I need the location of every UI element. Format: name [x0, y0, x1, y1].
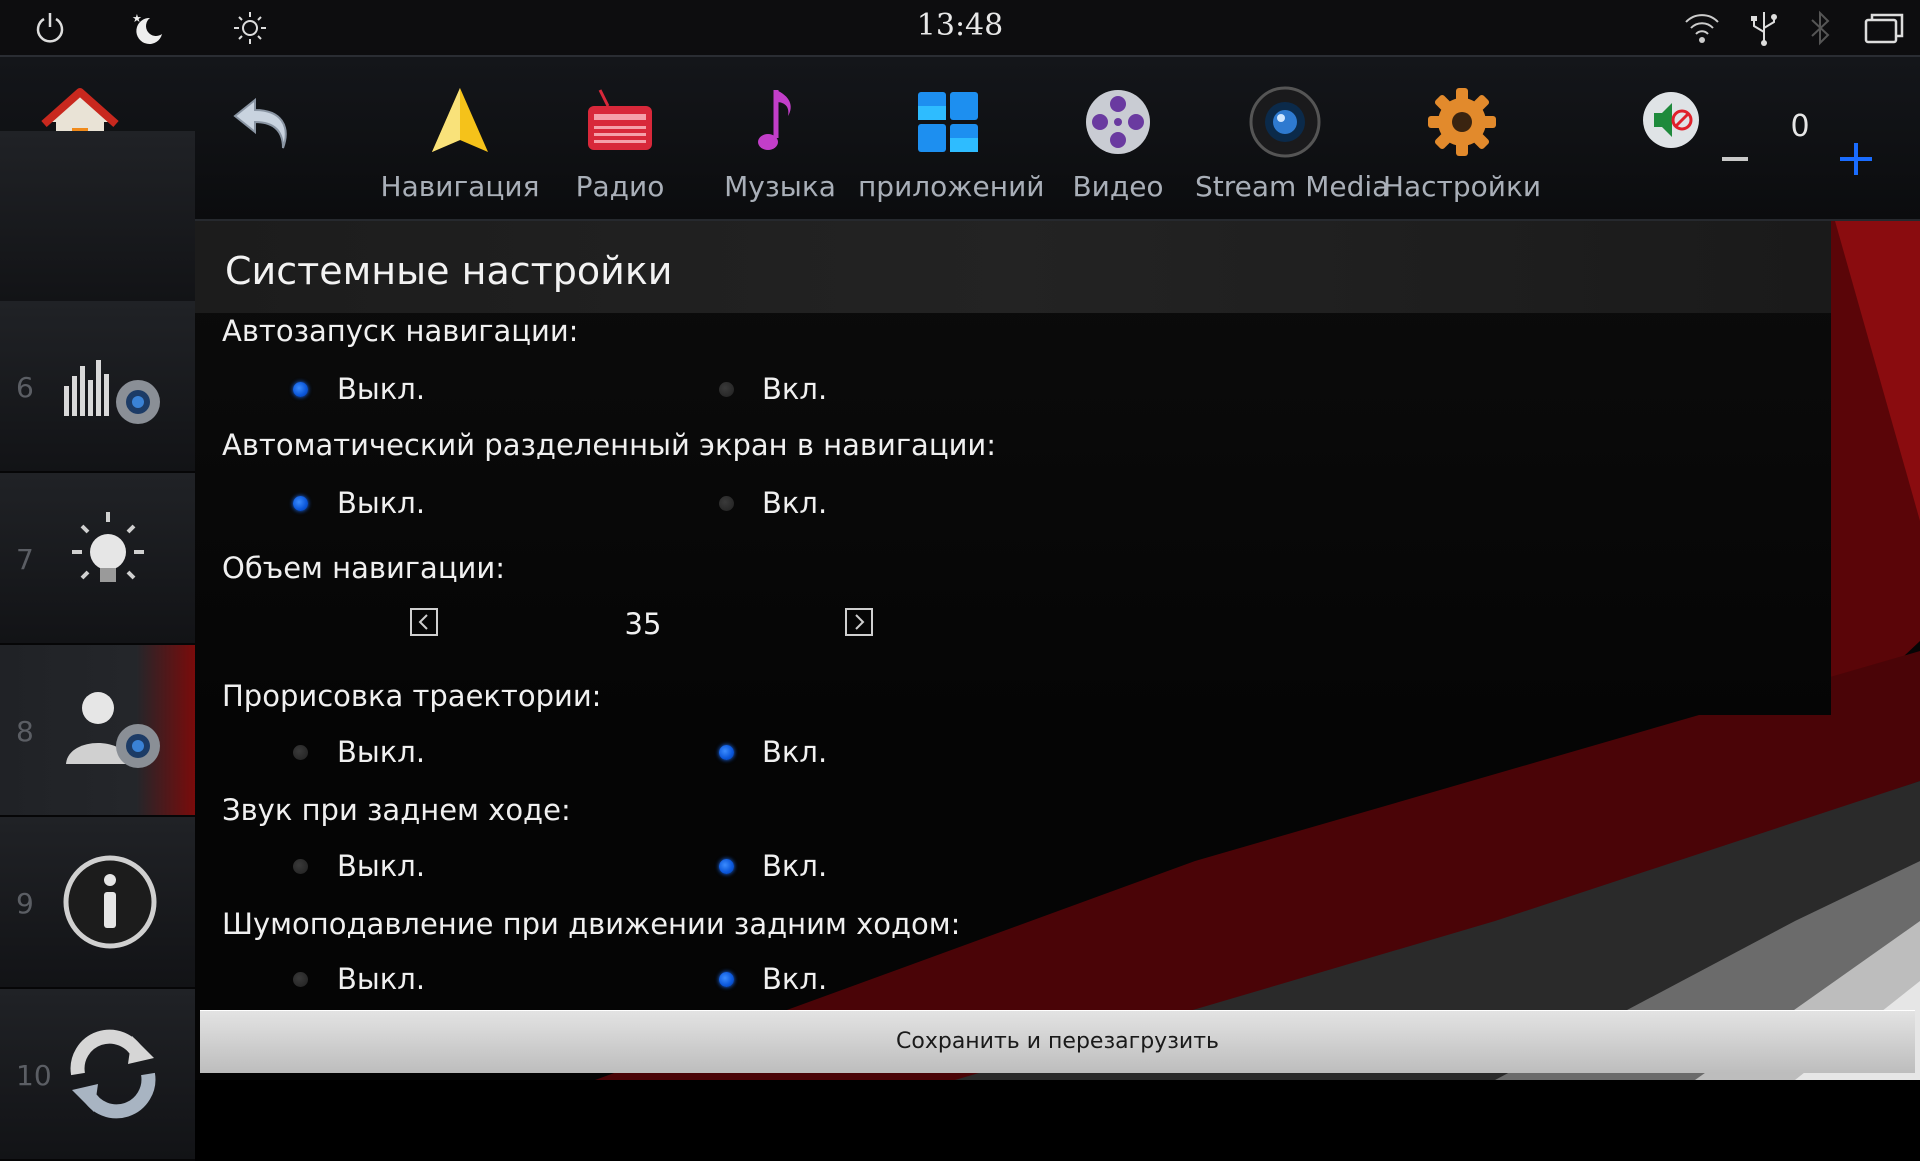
reverse-mute-off-label[interactable]: Выкл.: [337, 962, 425, 996]
launcher-bar: Навигация Радио Музыка приложений Видео …: [0, 57, 1920, 221]
navigation-icon: [432, 88, 488, 152]
status-bar: ★ 13:48: [0, 0, 1920, 57]
auto-split-on-radio[interactable]: [719, 496, 734, 511]
stream-media-icon: [1249, 86, 1321, 158]
back-icon: [233, 97, 287, 149]
reverse-sound-label: Звук при заднем ходе:: [222, 793, 571, 827]
user-settings-icon: [66, 692, 160, 768]
app-radio[interactable]: Радио: [560, 57, 680, 219]
nav-volume-value: 35: [624, 607, 662, 641]
app-settings[interactable]: Настройки: [1382, 57, 1542, 219]
svg-text:★: ★: [132, 12, 142, 25]
usb-icon: [1751, 12, 1777, 46]
radio-icon: [588, 89, 652, 150]
chevron-right-icon: [855, 614, 865, 630]
nav-autostart-label: Автозапуск навигации:: [222, 314, 579, 348]
refresh-icon: [70, 1029, 156, 1119]
nav-volume-increase-button[interactable]: [845, 608, 873, 636]
settings-header: Системные настройки: [195, 221, 1831, 313]
app-stream-media[interactable]: Stream Media: [1195, 57, 1389, 219]
trajectory-on-radio[interactable]: [719, 745, 734, 760]
reverse-mute-off-radio[interactable]: [293, 972, 308, 987]
auto-split-off-radio[interactable]: [293, 496, 308, 511]
trajectory-label: Прорисовка траектории:: [222, 679, 602, 713]
settings-sidebar: 6 7 8 9 10: [0, 131, 195, 1161]
sidebar-item-6[interactable]: 6: [0, 301, 195, 473]
video-icon: [1086, 90, 1150, 154]
reverse-mute-on-label[interactable]: Вкл.: [762, 962, 827, 996]
reverse-mute-label: Шумоподавление при движении задним ходом…: [222, 907, 961, 941]
brightness-icon[interactable]: [230, 8, 270, 48]
volume-down-button[interactable]: [1722, 157, 1748, 161]
app-music[interactable]: Музыка: [720, 57, 840, 219]
nav-volume-decrease-button[interactable]: [410, 608, 438, 636]
nav-volume-label: Объем навигации:: [222, 551, 506, 585]
sidebar-item-8[interactable]: 8: [0, 645, 195, 817]
app-video[interactable]: Видео: [1058, 57, 1178, 219]
reverse-sound-on-radio[interactable]: [719, 859, 734, 874]
equalizer-settings-icon: [64, 360, 160, 424]
trajectory-off-radio[interactable]: [293, 745, 308, 760]
page-title: Системные настройки: [225, 249, 673, 293]
wifi-icon: [1685, 14, 1719, 43]
clock: 13:48: [916, 8, 1004, 43]
apps-icon: [918, 92, 978, 152]
app-navigation[interactable]: Навигация: [380, 57, 540, 219]
auto-split-label: Автоматический разделенный экран в навиг…: [222, 428, 997, 462]
nav-autostart-off-label[interactable]: Выкл.: [337, 372, 425, 406]
reverse-sound-on-label[interactable]: Вкл.: [762, 849, 827, 883]
settings-icon: [1428, 88, 1496, 156]
reverse-mute-on-radio[interactable]: [719, 972, 734, 987]
trajectory-off-label[interactable]: Выкл.: [337, 735, 425, 769]
sidebar-item-7[interactable]: 7: [0, 473, 195, 645]
auto-split-on-label[interactable]: Вкл.: [762, 486, 827, 520]
sidebar-item-9[interactable]: 9: [0, 817, 195, 989]
nav-autostart-on-radio[interactable]: [719, 382, 734, 397]
chevron-left-icon: [418, 614, 428, 630]
trajectory-on-label[interactable]: Вкл.: [762, 735, 827, 769]
sidebar-item-5[interactable]: [0, 131, 195, 303]
power-icon[interactable]: [30, 8, 70, 48]
night-mode-icon[interactable]: ★: [128, 8, 168, 48]
sidebar-item-10[interactable]: 10: [0, 989, 195, 1161]
lightbulb-icon: [72, 512, 144, 582]
music-icon: [758, 90, 791, 150]
back-button[interactable]: [215, 57, 315, 219]
reverse-sound-off-label[interactable]: Выкл.: [337, 849, 425, 883]
bluetooth-icon: [1811, 10, 1830, 46]
window-switch-icon[interactable]: [1862, 8, 1906, 48]
auto-split-off-label[interactable]: Выкл.: [337, 486, 425, 520]
volume-up-button[interactable]: [1840, 143, 1872, 175]
speaker-mute-icon[interactable]: [1640, 89, 1702, 151]
nav-autostart-off-radio[interactable]: [293, 382, 308, 397]
save-reboot-button[interactable]: Сохранить и перезагрузить: [200, 1010, 1915, 1073]
app-apps[interactable]: приложений: [858, 57, 1044, 219]
nav-autostart-on-label[interactable]: Вкл.: [762, 372, 827, 406]
info-icon: [63, 855, 157, 949]
volume-value: 0: [1790, 109, 1810, 144]
reverse-sound-off-radio[interactable]: [293, 859, 308, 874]
